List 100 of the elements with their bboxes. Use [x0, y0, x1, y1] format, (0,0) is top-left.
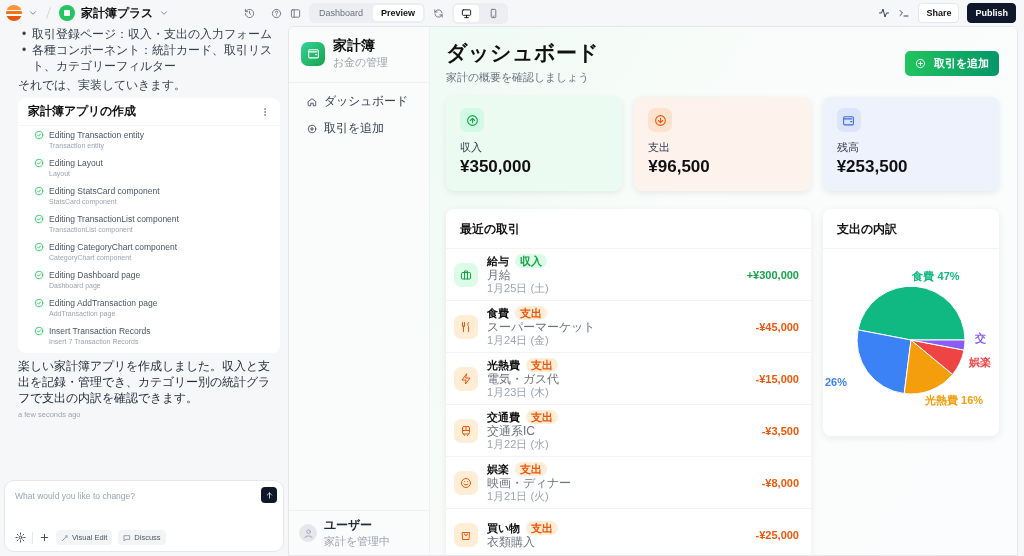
arrow-up-icon [264, 490, 274, 500]
transaction-category: 給与 [487, 254, 509, 268]
page-subtitle: 家計の概要を確認しましょう [446, 70, 590, 85]
stat-value: ¥96,500 [648, 157, 711, 177]
slice-label: 娯楽 [969, 356, 991, 368]
message-input[interactable]: What would you like to change? [15, 487, 261, 505]
stat-label: 収入 [460, 140, 483, 155]
type-badge: 支出 [526, 358, 558, 372]
user-name: ユーザー [324, 517, 373, 534]
stat-label: 支出 [648, 140, 672, 155]
stat-value: ¥350,000 [460, 157, 532, 177]
monitor-icon [461, 7, 473, 19]
transaction-date: 1月24日 (金) [487, 334, 550, 347]
nav-item[interactable]: ダッシュボード [301, 89, 417, 114]
project-icon [59, 5, 75, 21]
task-card-title: 家計簿アプリの作成 [28, 103, 136, 120]
type-badge: 支出 [515, 462, 547, 476]
transaction-amount: -¥25,000 [755, 528, 799, 541]
history-icon[interactable] [244, 7, 255, 19]
step-title: Editing Layout [49, 158, 103, 169]
slice-label: 26% [824, 376, 847, 388]
transaction-category: 光熱費 [487, 358, 520, 372]
sidebar-toggle-icon[interactable] [290, 7, 301, 19]
transaction-date: 1月23日 (木) [487, 386, 550, 399]
type-badge: 支出 [526, 410, 558, 424]
chat-bubble-icon [123, 533, 132, 542]
step-title: Editing StatsCard component [49, 186, 160, 197]
transaction-category: 買い物 [487, 520, 520, 535]
card-title: 最近の取引 [460, 222, 520, 236]
transaction-amount: -¥3,500 [761, 424, 799, 437]
step-title: Editing Dashboard page [49, 270, 141, 281]
plus-icon[interactable] [39, 532, 50, 543]
transaction-description: スーパーマーケット [487, 320, 596, 334]
transaction-description: 映画・ディナー [487, 476, 572, 490]
transaction-description: 交通系IC [487, 424, 536, 438]
transaction-amount: -¥15,000 [755, 372, 799, 385]
arrow-down-circle-icon [653, 113, 667, 127]
bullet-marker: • [22, 26, 27, 42]
bullet-item: 各種コンポーネント：統計カード、取引リスト、カテゴリーフィルター [32, 42, 274, 74]
slice-label: 食費 47% [912, 270, 960, 282]
briefcase-icon [460, 268, 472, 281]
transaction-amount: +¥300,000 [746, 268, 799, 281]
stat-label: 残高 [836, 140, 860, 155]
lightning-icon [460, 372, 472, 385]
refresh-icon[interactable] [433, 7, 445, 19]
wand-icon [61, 533, 69, 542]
type-badge: 収入 [515, 254, 547, 268]
settings-icon[interactable] [15, 532, 26, 543]
chat-message: 楽しい家計簿アプリを作成しました。収入と支出を記録・管理でき、カテゴリー別の統計グラフで支出の内訳を確認できます。 [18, 358, 271, 406]
slice-label: 光熱費 16% [924, 394, 984, 406]
home-icon [307, 96, 317, 107]
view-tab[interactable]: Preview [373, 5, 424, 21]
transaction-category: 食費 [487, 306, 509, 320]
chat-text: それでは、実装していきます。 [18, 77, 187, 93]
transaction-description: 電気・ガス代 [487, 372, 560, 386]
fork-knife-icon [460, 320, 472, 333]
transaction-amount: -¥45,000 [755, 320, 799, 333]
transaction-date: 1月22日 (水) [487, 438, 550, 451]
chevron-down-icon[interactable] [159, 8, 169, 18]
bullet-marker: • [22, 42, 27, 59]
step-title: Editing TransactionList component [49, 214, 179, 225]
transaction-amount: -¥8,000 [761, 476, 799, 489]
type-badge: 支出 [526, 520, 558, 535]
transaction-description: 月給 [487, 268, 512, 282]
stat-value: ¥253,500 [836, 157, 909, 177]
activity-icon[interactable] [878, 7, 891, 19]
card-title: 支出の内訳 [837, 222, 897, 236]
view-tab[interactable]: Dashboard [311, 5, 372, 21]
step-title: Editing AddTransaction page [49, 298, 158, 309]
step-title: Editing Transaction entity [49, 130, 144, 141]
smile-icon [460, 476, 472, 489]
brand-name: 家計簿 [333, 37, 376, 55]
wallet-icon [842, 113, 856, 127]
type-badge: 支出 [515, 306, 547, 320]
brand-tagline: お金の管理 [333, 55, 388, 70]
chevron-down-icon[interactable] [28, 8, 38, 18]
transaction-date: 1月25日 (土) [487, 282, 550, 295]
avatar [299, 524, 317, 542]
transaction-category: 交通費 [487, 410, 520, 424]
page-title: ダッシュボード [446, 40, 599, 66]
step-title: Insert Transaction Records [49, 326, 151, 337]
step-title: Editing CategoryChart component [49, 242, 178, 253]
send-button[interactable] [261, 487, 277, 503]
app-logo[interactable] [6, 5, 22, 21]
transaction-category: 娯楽 [487, 462, 509, 476]
transaction-description: 衣類購入 [487, 534, 536, 549]
nav-item[interactable]: 取引を追加 [301, 116, 417, 141]
user-caption: 家計を管理中 [324, 534, 390, 549]
share-button[interactable]: Share [918, 3, 960, 23]
slice-label: 交 [975, 332, 986, 344]
train-icon [460, 424, 472, 437]
terminal-icon[interactable] [898, 7, 911, 19]
help-icon[interactable] [271, 7, 282, 19]
transaction-date: 1月21日 (火) [487, 490, 550, 503]
publish-button[interactable]: Publish [967, 3, 1016, 23]
desktop-view-button[interactable] [454, 4, 480, 22]
wallet-icon [301, 41, 325, 66]
arrow-up-circle-icon [465, 113, 479, 127]
bullet-item: 取引登録ページ：収入・支出の入力フォーム [32, 26, 273, 42]
project-name[interactable]: 家計簿プラス [81, 4, 153, 22]
